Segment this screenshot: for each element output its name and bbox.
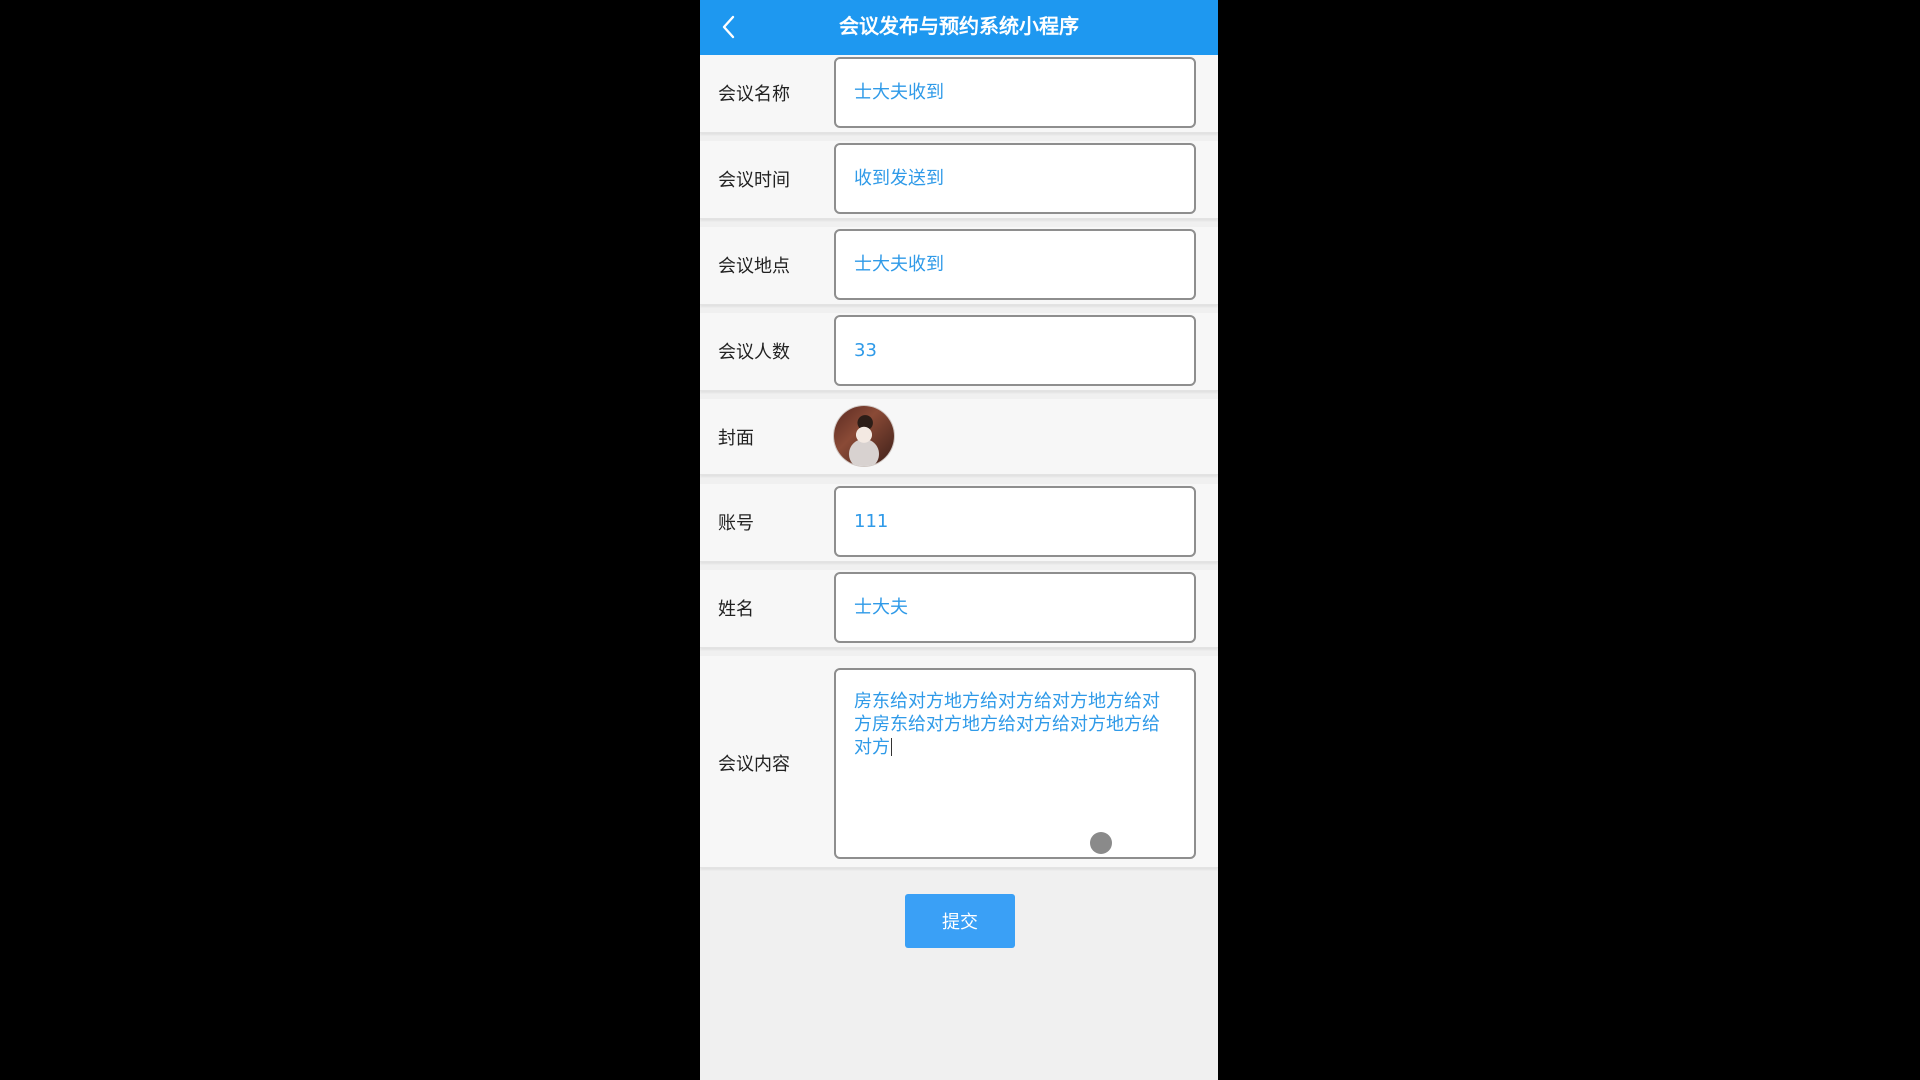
meeting-location-label: 会议地点: [718, 256, 790, 277]
form-row-meeting-content: 会议内容 房东给对方地方给对方给对方地方给对方房东给对方地方给对方给对方地方给对…: [700, 656, 1218, 868]
account-label: 账号: [718, 513, 754, 534]
cover-image[interactable]: [834, 406, 894, 466]
meeting-time-input[interactable]: 收到发送到: [834, 143, 1196, 214]
scroll-indicator[interactable]: [1090, 832, 1112, 854]
meeting-content-textarea[interactable]: 房东给对方地方给对方给对方地方给对方房东给对方地方给对方给对方地方给对方: [834, 668, 1196, 859]
form-row-attendee-count: 会议人数 33: [700, 313, 1218, 391]
meeting-time-label: 会议时间: [718, 170, 790, 191]
meeting-name-label: 会议名称: [718, 84, 790, 105]
form-row-fullname: 姓名 士大夫: [700, 570, 1218, 648]
meeting-content-label: 会议内容: [718, 754, 790, 775]
form-row-meeting-location: 会议地点 士大夫收到: [700, 227, 1218, 305]
meeting-name-input[interactable]: 士大夫收到: [834, 57, 1196, 128]
submit-button[interactable]: 提交: [905, 894, 1015, 948]
cover-label: 封面: [718, 428, 754, 449]
text-caret: [891, 738, 892, 756]
form-row-account: 账号 111: [700, 484, 1218, 562]
phone-screen: 会议发布与预约系统小程序 会议名称 士大夫收到 会议时间 收到发送到 会议地点 …: [700, 0, 1218, 1080]
form-row-meeting-time: 会议时间 收到发送到: [700, 141, 1218, 219]
navigation-bar: 会议发布与预约系统小程序: [700, 0, 1218, 55]
fullname-label: 姓名: [718, 599, 754, 620]
meeting-location-input[interactable]: 士大夫收到: [834, 229, 1196, 300]
account-input[interactable]: 111: [834, 486, 1196, 557]
form-row-meeting-name: 会议名称 士大夫收到: [700, 55, 1218, 133]
meeting-content-text: 房东给对方地方给对方给对方地方给对方房东给对方地方给对方给对方地方给对方: [854, 691, 1160, 758]
attendee-count-label: 会议人数: [718, 342, 790, 363]
fullname-input[interactable]: 士大夫: [834, 572, 1196, 643]
form-row-cover: 封面: [700, 399, 1218, 475]
page-title: 会议发布与预约系统小程序: [839, 14, 1079, 38]
attendee-count-input[interactable]: 33: [834, 315, 1196, 386]
